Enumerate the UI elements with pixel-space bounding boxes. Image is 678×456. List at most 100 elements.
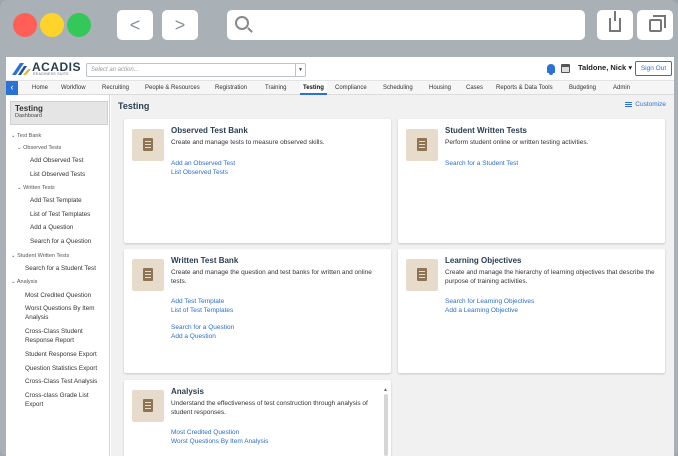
- sidebar-item-cross-class-student[interactable]: Cross-Class Student: [25, 328, 83, 336]
- card-scrollbar[interactable]: [383, 387, 388, 456]
- sidebar-item-worst-questions[interactable]: Worst Questions By Item: [25, 305, 95, 313]
- sidebar-item-cross-class-grade-list[interactable]: Cross-class Grade List: [25, 392, 89, 400]
- link-add-learning-objective[interactable]: Add a Learning Objective: [445, 306, 518, 315]
- address-bar[interactable]: [227, 10, 585, 40]
- user-name: Taldone, Nick: [578, 63, 627, 72]
- card-description: Create and manage tests to measure obser…: [171, 139, 325, 146]
- sidebar-item-student-response-export[interactable]: Student Response Export: [25, 351, 97, 359]
- card-description: Understand the effectiveness of test con…: [171, 400, 368, 416]
- sidebar-subtitle: Dashboard: [15, 113, 42, 119]
- sidebar-item-search-question[interactable]: Search for a Question: [30, 238, 91, 246]
- nav-scroll-left-icon[interactable]: ‹: [6, 81, 18, 95]
- link-search-student-test[interactable]: Search for a Student Test: [445, 159, 518, 168]
- link-search-learning-objectives[interactable]: Search for Learning Objectives: [445, 297, 534, 306]
- chart-icon: [132, 390, 164, 422]
- link-most-credited-question[interactable]: Most Credited Question: [171, 428, 239, 437]
- nav-item-housing[interactable]: Housing: [429, 81, 451, 95]
- chevron-right-icon: >: [174, 14, 186, 35]
- list-icon: [625, 101, 633, 107]
- tabs-button[interactable]: [637, 10, 673, 40]
- sidebar-group-observed-tests[interactable]: ⌄ Observed Tests: [17, 144, 61, 152]
- nav-item-recruiting[interactable]: Recruiting: [102, 81, 129, 95]
- nav-item-reports-data-tools[interactable]: Reports & Data Tools: [496, 81, 553, 95]
- nav-item-workflow[interactable]: Workflow: [61, 81, 86, 95]
- card-observed-test-bank: Observed Test Bank Create and manage tes…: [124, 119, 391, 243]
- link-add-test-template[interactable]: Add Test Template: [171, 297, 224, 306]
- nav-item-compliance[interactable]: Compliance: [335, 81, 367, 95]
- nav-item-budgeting[interactable]: Budgeting: [569, 81, 596, 95]
- chevron-left-icon: <: [129, 14, 141, 35]
- sidebar-group-student-written-tests[interactable]: ⌄ Student Written Tests: [11, 252, 69, 260]
- card-description: Perform student online or written testin…: [445, 139, 589, 146]
- sidebar-item-question-statistics-export[interactable]: Question Statistics Export: [25, 365, 97, 373]
- sidebar-item-cross-class-grade-list-line2[interactable]: Export: [25, 401, 43, 409]
- main-nav: ‹ Home Workflow Recruiting People & Reso…: [6, 81, 674, 95]
- acadis-logo[interactable]: ACADIS READINESS SUITE: [12, 60, 82, 78]
- nav-item-home[interactable]: Home: [32, 81, 48, 95]
- card-title: Learning Objectives: [445, 256, 522, 265]
- sidebar-group-test-bank[interactable]: ⌄ Test Bank: [11, 132, 41, 140]
- nav-item-registration[interactable]: Registration: [215, 81, 247, 95]
- card-written-test-bank: Written Test Bank Create and manage the …: [124, 249, 391, 373]
- sidebar-group-analysis[interactable]: ⌄ Analysis: [11, 278, 37, 286]
- calendar-icon[interactable]: [561, 64, 570, 73]
- nav-item-admin[interactable]: Admin: [613, 81, 630, 95]
- app-viewport: ACADIS READINESS SUITE Select an action.…: [6, 57, 674, 456]
- sidebar-item-most-credited[interactable]: Most Credited Question: [25, 292, 91, 300]
- sidebar-group-label: Written Tests: [23, 185, 55, 191]
- action-select-placeholder: Select an action...: [91, 67, 139, 73]
- link-list-test-templates[interactable]: List of Test Templates: [171, 306, 233, 315]
- customize-button[interactable]: Customize: [625, 101, 666, 108]
- nav-item-people-resources[interactable]: People & Resources: [145, 81, 200, 95]
- sidebar-group-written-tests[interactable]: ⌄ Written Tests: [17, 184, 55, 192]
- nav-item-training[interactable]: Training: [265, 81, 286, 95]
- card-learning-objectives: Learning Objectives Create and manage th…: [398, 249, 665, 373]
- nav-item-testing[interactable]: Testing: [300, 81, 327, 95]
- sidebar-item-cross-class-test-analysis[interactable]: Cross-Class Test Analysis: [25, 378, 97, 386]
- link-worst-questions[interactable]: Worst Questions By Item Analysis: [171, 437, 268, 446]
- maximize-window-button[interactable]: [67, 13, 91, 37]
- sidebar-item-worst-questions-line2[interactable]: Analysis: [25, 314, 48, 322]
- tabs-icon: [648, 14, 666, 32]
- card-title: Student Written Tests: [445, 126, 527, 135]
- forward-button[interactable]: >: [162, 10, 198, 40]
- nav-item-cases[interactable]: Cases: [466, 81, 483, 95]
- sidebar-group-label: Analysis: [16, 279, 38, 285]
- user-menu[interactable]: Taldone, Nick ▾: [578, 63, 632, 72]
- sidebar: Testing Dashboard ⌄ Test Bank ⌄ Observed…: [6, 95, 110, 456]
- app-header: ACADIS READINESS SUITE Select an action.…: [6, 57, 674, 81]
- card-description: Create and manage the question and test …: [171, 269, 372, 285]
- sidebar-group-label: Observed Tests: [23, 145, 62, 151]
- share-button[interactable]: [597, 10, 633, 40]
- sidebar-item-search-student-test[interactable]: Search for a Student Test: [25, 265, 96, 273]
- caret-down-icon: ▾: [628, 63, 633, 72]
- sidebar-item-cross-class-student-line2[interactable]: Response Report: [25, 337, 74, 345]
- customize-label: Customize: [635, 101, 666, 108]
- sidebar-item-add-test-template[interactable]: Add Test Template: [30, 197, 82, 205]
- link-add-observed-test[interactable]: Add an Observed Test: [171, 159, 235, 168]
- main-content: Testing Customize Observed Test Bank Cre…: [111, 95, 674, 456]
- nav-item-scheduling[interactable]: Scheduling: [383, 81, 413, 95]
- page-title: Testing: [118, 101, 150, 111]
- sidebar-item-list-test-templates[interactable]: List of Test Templates: [30, 211, 90, 219]
- document-icon: [132, 259, 164, 291]
- link-add-question[interactable]: Add a Question: [171, 332, 216, 341]
- card-title: Analysis: [171, 387, 204, 396]
- sidebar-header[interactable]: Testing Dashboard: [10, 101, 108, 125]
- link-list-observed-tests[interactable]: List Observed Tests: [171, 168, 228, 177]
- close-window-button[interactable]: [13, 13, 37, 37]
- browser-toolbar: < >: [0, 0, 678, 52]
- sign-out-button[interactable]: Sign Out: [635, 61, 672, 76]
- sidebar-item-add-question[interactable]: Add a Question: [30, 224, 73, 232]
- sidebar-item-list-observed-tests[interactable]: List Observed Tests: [30, 171, 85, 179]
- document-icon: [132, 129, 164, 161]
- action-select[interactable]: Select an action... ▼: [86, 63, 306, 77]
- minimize-window-button[interactable]: [40, 13, 64, 37]
- browser-window: < > ACADIS READINESS SUITE Select an act…: [0, 0, 678, 456]
- notification-bell-icon[interactable]: [547, 64, 555, 75]
- sidebar-item-add-observed-test[interactable]: Add Observed Test: [30, 157, 83, 165]
- list-icon: [406, 259, 438, 291]
- back-button[interactable]: <: [117, 10, 153, 40]
- chevron-down-icon: ▼: [295, 64, 305, 76]
- link-search-question[interactable]: Search for a Question: [171, 323, 234, 332]
